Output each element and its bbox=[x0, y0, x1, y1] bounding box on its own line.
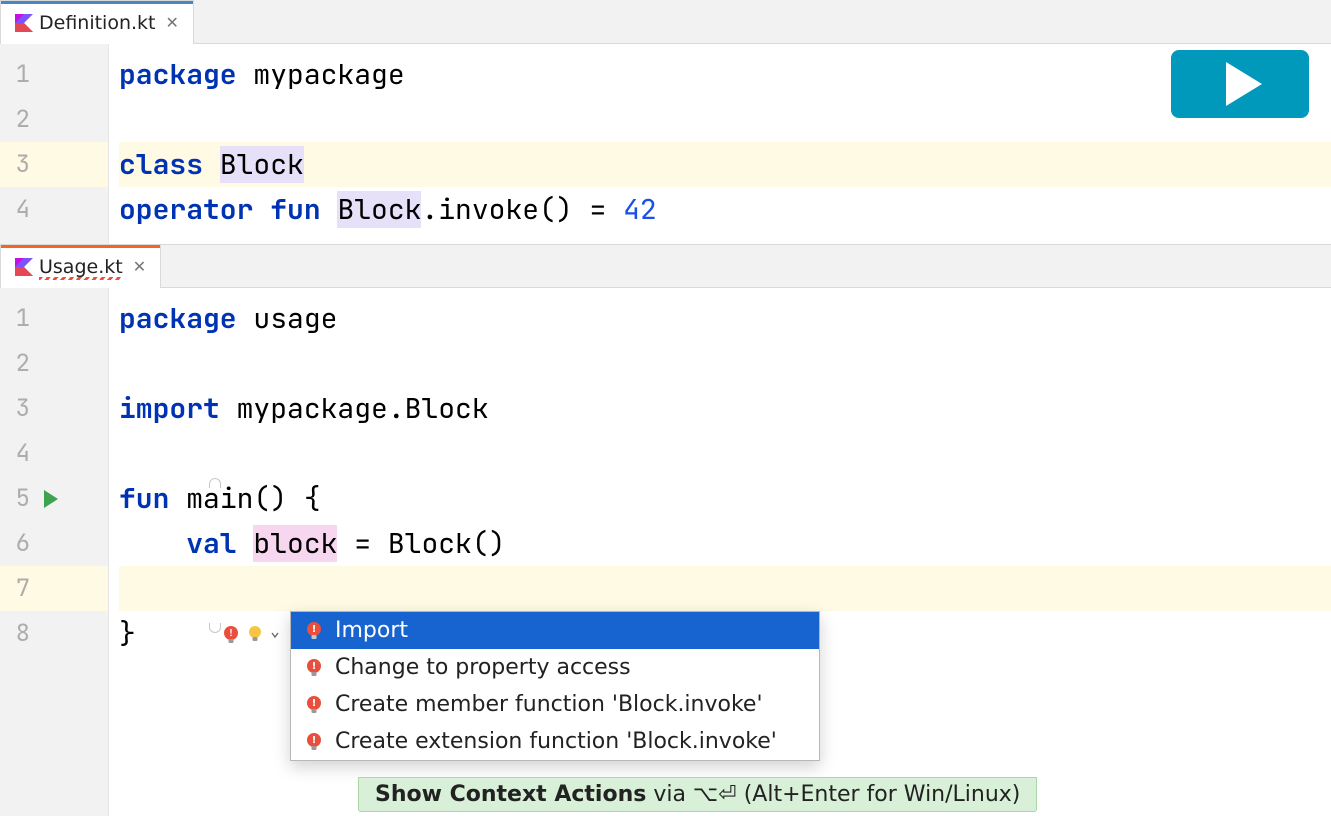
svg-text:!: ! bbox=[228, 626, 234, 639]
line-number: 4 bbox=[0, 431, 108, 476]
tab-bar-usage: Usage.kt ✕ bbox=[0, 244, 1331, 288]
code-line: package mypackage bbox=[119, 52, 1331, 97]
fold-start-icon[interactable] bbox=[209, 478, 221, 488]
hint-shortcut: via ⌥⏎ (Alt+Enter for Win/Linux) bbox=[646, 782, 1020, 807]
kotlin-file-icon bbox=[15, 14, 33, 32]
svg-text:!: ! bbox=[312, 661, 317, 672]
line-number: 3 bbox=[0, 386, 108, 431]
line-number: 8 bbox=[0, 611, 108, 656]
code-line bbox=[119, 97, 1331, 142]
error-bulb-icon: ! bbox=[303, 694, 325, 716]
error-bulb-icon: ! bbox=[303, 657, 325, 679]
tab-usage[interactable]: Usage.kt ✕ bbox=[0, 244, 161, 288]
line-number: 2 bbox=[0, 341, 108, 386]
context-actions-hint: Show Context Actions via ⌥⏎ (Alt+Enter f… bbox=[358, 777, 1037, 812]
quick-fix-label: Create extension function 'Block.invoke' bbox=[335, 729, 777, 754]
line-number: 1 bbox=[0, 52, 108, 97]
tab-bar-definition: Definition.kt ✕ bbox=[0, 0, 1331, 44]
code-line bbox=[119, 341, 1331, 386]
line-number: 1 bbox=[0, 296, 108, 341]
line-number: 6 bbox=[0, 521, 108, 566]
quick-fix-import[interactable]: ! Import bbox=[291, 612, 819, 649]
code-area-definition[interactable]: package mypackage class Block operator f… bbox=[109, 44, 1331, 244]
intention-bulb-icon[interactable] bbox=[246, 624, 284, 646]
quick-fix-create-extension[interactable]: ! Create extension function 'Block.invok… bbox=[291, 723, 819, 760]
play-icon bbox=[1226, 62, 1262, 106]
error-bulb-icon: ! bbox=[303, 731, 325, 753]
error-bulb-icon[interactable]: ! bbox=[220, 624, 242, 646]
code-line bbox=[119, 431, 1331, 476]
line-number: 4 bbox=[0, 187, 108, 232]
kotlin-file-icon bbox=[15, 258, 33, 276]
svg-text:!: ! bbox=[312, 735, 317, 746]
code-line: package usage bbox=[119, 296, 1331, 341]
quick-fix-label: Change to property access bbox=[335, 655, 631, 680]
editor-definition[interactable]: 1 2 3 4 package mypackage class Block op… bbox=[0, 44, 1331, 244]
close-icon[interactable]: ✕ bbox=[129, 257, 146, 276]
code-line: operator fun Block.invoke() = 42 bbox=[119, 187, 1331, 232]
line-number: 2 bbox=[0, 97, 108, 142]
quick-fix-label: Create member function 'Block.invoke' bbox=[335, 692, 763, 717]
code-line: import mypackage.Block bbox=[119, 386, 1331, 431]
play-button[interactable] bbox=[1171, 50, 1309, 118]
quick-fix-create-member[interactable]: ! Create member function 'Block.invoke' bbox=[291, 686, 819, 723]
gutter-usage: 1 2 3 4 5 6 7 8 bbox=[0, 288, 109, 816]
tab-usage-label: Usage.kt bbox=[39, 256, 123, 278]
gutter-definition: 1 2 3 4 bbox=[0, 44, 109, 244]
code-line: val block = Block() bbox=[119, 521, 1331, 566]
svg-text:!: ! bbox=[312, 698, 317, 709]
line-number: 3 bbox=[0, 142, 108, 187]
code-line-error: ! block() bbox=[119, 566, 1331, 611]
hint-action-name: Show Context Actions bbox=[375, 782, 646, 807]
run-gutter-icon[interactable] bbox=[44, 490, 58, 508]
quick-fix-popup: ! Import ! Change to property access ! C… bbox=[290, 611, 820, 761]
svg-text:!: ! bbox=[312, 624, 317, 635]
line-number: 7 bbox=[0, 566, 108, 611]
line-number-run[interactable]: 5 bbox=[0, 476, 108, 521]
code-line: class Block bbox=[119, 142, 1331, 187]
code-line: fun main() { bbox=[119, 476, 1331, 521]
error-bulb-icon: ! bbox=[303, 620, 325, 642]
close-icon[interactable]: ✕ bbox=[162, 13, 179, 32]
chevron-down-icon[interactable] bbox=[266, 624, 284, 646]
tab-definition-label: Definition.kt bbox=[39, 12, 156, 34]
tab-definition[interactable]: Definition.kt ✕ bbox=[0, 0, 194, 44]
quick-fix-change-property[interactable]: ! Change to property access bbox=[291, 649, 819, 686]
quick-fix-label: Import bbox=[335, 618, 408, 643]
